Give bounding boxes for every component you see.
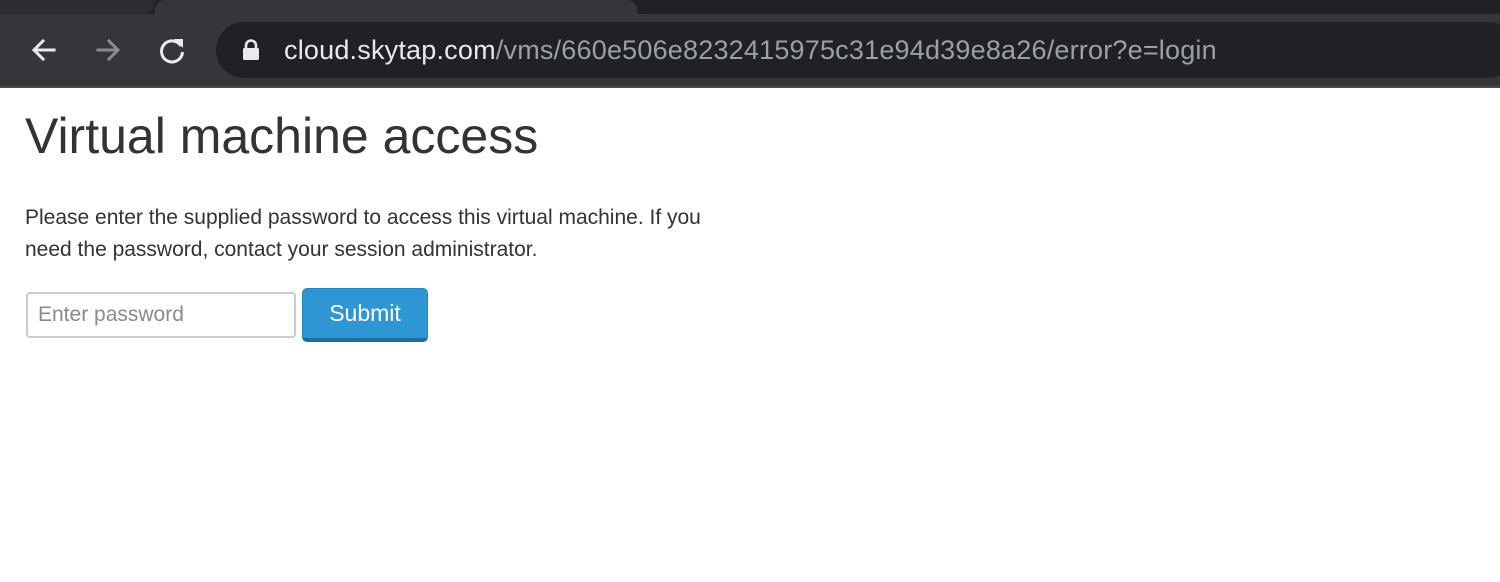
url-host: cloud.skytap.com xyxy=(284,35,496,65)
arrow-left-icon xyxy=(31,38,56,62)
password-input[interactable] xyxy=(26,292,296,338)
arrow-right-icon xyxy=(96,38,121,62)
url-text[interactable]: cloud.skytap.com/vms/660e506e8232415975c… xyxy=(284,34,1217,66)
browser-tab[interactable] xyxy=(637,0,1500,14)
browser-toolbar: cloud.skytap.com/vms/660e506e8232415975c… xyxy=(0,0,1500,88)
browser-tab-active[interactable] xyxy=(155,0,637,14)
lock-icon xyxy=(243,39,259,60)
address-bar[interactable]: cloud.skytap.com/vms/660e506e8232415975c… xyxy=(216,22,1500,78)
reload-icon xyxy=(160,39,184,64)
submit-button[interactable]: Submit xyxy=(302,288,428,342)
forward-button[interactable] xyxy=(88,30,128,70)
back-button[interactable] xyxy=(24,30,64,70)
page-title: Virtual machine access xyxy=(25,108,539,164)
page-description: Please enter the supplied password to ac… xyxy=(25,206,701,261)
browser-tab[interactable] xyxy=(0,0,155,14)
url-path: /vms/660e506e8232415975c31e94d39e8a26/er… xyxy=(495,35,1217,65)
reload-button[interactable] xyxy=(152,30,192,70)
tab-strip xyxy=(0,0,1500,14)
page-content: Virtual machine access Please enter the … xyxy=(0,88,1500,582)
